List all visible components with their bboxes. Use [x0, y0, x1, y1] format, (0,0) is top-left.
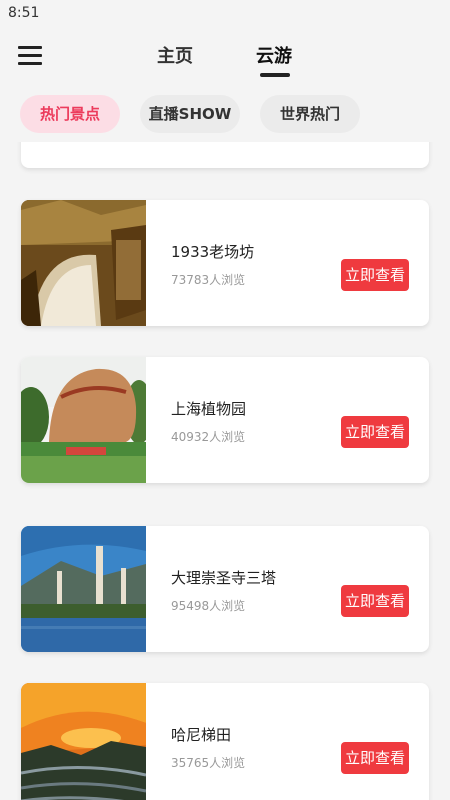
view-now-button[interactable]: 立即查看 [341, 742, 409, 774]
category-chip-world-hot[interactable]: 世界热门 [260, 95, 360, 133]
view-count: 35765人浏览 [171, 756, 246, 770]
top-nav: 主页 云游 [0, 26, 450, 88]
list-item[interactable]: 1933老场坊 73783人浏览 立即查看 [21, 200, 429, 326]
list-item[interactable]: 大理崇圣寺三塔 95498人浏览 立即查看 [21, 526, 429, 652]
active-tab-indicator [260, 73, 290, 77]
list-item[interactable]: 上海植物园 40932人浏览 立即查看 [21, 357, 429, 483]
view-now-button[interactable]: 立即查看 [341, 416, 409, 448]
attraction-image [21, 200, 146, 326]
view-now-button[interactable]: 立即查看 [341, 585, 409, 617]
list-item[interactable]: 哈尼梯田 35765人浏览 立即查看 [21, 683, 429, 800]
attraction-list[interactable]: 1933老场坊 73783人浏览 立即查看 上海植物园 40932人浏览 立即查… [0, 142, 450, 800]
menu-icon[interactable] [18, 44, 42, 66]
category-chip-hot-spots[interactable]: 热门景点 [20, 95, 120, 133]
status-time: 8:51 [8, 5, 40, 21]
view-count: 40932人浏览 [171, 430, 246, 444]
attraction-title: 1933老场坊 [171, 243, 255, 261]
attraction-title: 上海植物园 [171, 400, 247, 418]
status-bar: 8:51 [0, 0, 450, 26]
tab-home[interactable]: 主页 [157, 42, 193, 68]
view-now-button[interactable]: 立即查看 [341, 259, 409, 291]
category-bar: 热门景点 直播SHOW 世界热门 [0, 88, 450, 142]
attraction-image [21, 683, 146, 800]
view-count: 95498人浏览 [171, 599, 246, 613]
attraction-title: 大理崇圣寺三塔 [171, 569, 277, 587]
category-chip-live-show[interactable]: 直播SHOW [140, 95, 240, 133]
list-item-partial[interactable] [21, 142, 429, 168]
view-count: 73783人浏览 [171, 273, 246, 287]
attraction-image [21, 357, 146, 483]
attraction-image [21, 526, 146, 652]
attraction-title: 哈尼梯田 [171, 726, 232, 744]
tab-cloud-tour[interactable]: 云游 [256, 42, 292, 68]
